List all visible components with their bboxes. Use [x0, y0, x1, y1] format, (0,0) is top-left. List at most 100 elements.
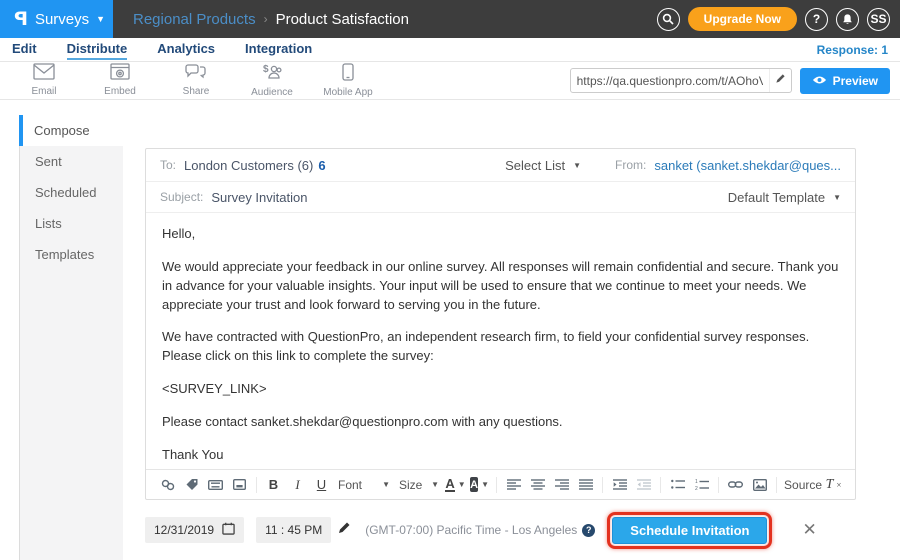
body-paragraph: Thank You [162, 446, 839, 465]
body-paragraph: We would appreciate your feedback in our… [162, 258, 839, 315]
email-icon [33, 63, 55, 85]
app-header: P Surveys ▼ Regional Products › Product … [0, 0, 900, 38]
align-left-icon[interactable] [506, 475, 521, 495]
survey-link-icon[interactable] [160, 475, 175, 495]
channel-embed[interactable]: Embed [94, 63, 146, 98]
chevron-down-icon: ▼ [573, 161, 581, 170]
compose-panel: To: London Customers (6) 6 Select List ▼… [145, 148, 856, 500]
surveys-menu[interactable]: P Surveys ▼ [0, 0, 113, 38]
surveys-menu-label: Surveys [35, 11, 89, 28]
search-icon[interactable] [657, 8, 680, 31]
to-recipient-count[interactable]: 6 [318, 158, 325, 173]
tab-integration[interactable]: Integration [245, 39, 312, 60]
chevron-down-icon: ▼ [833, 193, 841, 202]
outdent-icon[interactable] [636, 475, 651, 495]
schedule-button-highlight: Schedule Invitation [607, 512, 772, 549]
subject-label: Subject: [160, 190, 203, 204]
bullet-list-icon[interactable] [670, 475, 685, 495]
size-dropdown[interactable]: Size▼ [399, 475, 439, 495]
channel-label: Share [183, 86, 210, 97]
sidebar-item-lists[interactable]: Lists [20, 208, 123, 239]
date-field[interactable]: 12/31/2019 [145, 517, 244, 543]
template-dropdown[interactable]: Default Template ▼ [728, 190, 841, 205]
sidebar-item-scheduled[interactable]: Scheduled [20, 177, 123, 208]
embed-icon [110, 63, 130, 85]
breadcrumb-separator: › [264, 12, 268, 26]
font-dropdown[interactable]: Font▼ [338, 475, 390, 495]
numbered-list-icon[interactable]: 12 [694, 475, 709, 495]
body-paragraph: We have contracted with QuestionPro, an … [162, 328, 839, 366]
from-label: From: [615, 158, 646, 172]
align-right-icon[interactable] [554, 475, 569, 495]
justify-icon[interactable] [578, 475, 593, 495]
from-sender-value[interactable]: sanket (sanket.shekdar@ques... [654, 158, 841, 173]
align-center-icon[interactable] [530, 475, 545, 495]
svg-text:1: 1 [695, 479, 698, 485]
breadcrumb-current: Product Satisfaction [276, 11, 409, 28]
channel-share[interactable]: Share [170, 63, 222, 98]
calendar-icon [222, 522, 235, 538]
time-field[interactable]: 11 : 45 PM [256, 517, 331, 543]
sidebar-item-templates[interactable]: Templates [20, 239, 123, 270]
survey-url-input[interactable] [571, 74, 769, 88]
to-label: To: [160, 158, 176, 172]
breadcrumb-parent-link[interactable]: Regional Products [133, 11, 256, 28]
indent-icon[interactable] [612, 475, 627, 495]
select-list-dropdown[interactable]: Select List ▼ [505, 158, 581, 173]
insert-button-icon[interactable] [232, 475, 247, 495]
schedule-bar: 12/31/2019 11 : 45 PM (GMT-07:00) Pacifi… [145, 514, 856, 546]
eye-icon [812, 74, 827, 88]
notifications-bell-icon[interactable] [836, 8, 859, 31]
tab-distribute[interactable]: Distribute [67, 39, 128, 60]
bold-button[interactable]: B [266, 475, 281, 495]
insert-image-icon[interactable] [752, 475, 767, 495]
distribute-toolbar: Email Embed Share $ Audience Mobile App [0, 61, 900, 100]
merge-tag-icon[interactable] [184, 475, 199, 495]
survey-url-field[interactable] [570, 68, 792, 93]
survey-nav: Edit Distribute Analytics Integration Re… [0, 38, 900, 61]
remove-format-icon[interactable]: T× [826, 475, 841, 495]
date-value: 12/31/2019 [154, 523, 214, 537]
tab-analytics[interactable]: Analytics [157, 39, 215, 60]
edit-url-pencil-icon[interactable] [769, 69, 791, 92]
avatar[interactable]: SS [867, 8, 890, 31]
timezone-help-icon[interactable]: ? [582, 524, 595, 537]
chevron-down-icon: ▼ [431, 480, 439, 489]
chevron-down-icon: ▼ [458, 480, 466, 489]
channel-email[interactable]: Email [18, 63, 70, 98]
svg-text:2: 2 [695, 486, 698, 491]
underline-button[interactable]: U [314, 475, 329, 495]
hyperlink-icon[interactable] [728, 475, 743, 495]
email-body-editor[interactable]: Hello, We would appreciate your feedback… [146, 213, 855, 469]
body-paragraph: Please contact sanket.shekdar@questionpr… [162, 413, 839, 432]
body-paragraph: <SURVEY_LINK> [162, 380, 839, 399]
channel-label: Audience [251, 87, 293, 98]
chevron-down-icon: ▼ [481, 480, 489, 489]
italic-button[interactable]: I [290, 475, 305, 495]
channel-audience[interactable]: $ Audience [246, 63, 298, 98]
background-color-button[interactable]: A▼ [472, 475, 487, 495]
select-list-label: Select List [505, 158, 565, 173]
response-count-link[interactable]: Response: 1 [817, 43, 888, 57]
help-icon[interactable]: ? [805, 8, 828, 31]
time-value: 11 : 45 PM [265, 523, 322, 537]
sidebar-item-sent[interactable]: Sent [20, 146, 123, 177]
questionpro-logo-icon: P [14, 8, 28, 30]
schedule-invitation-button[interactable]: Schedule Invitation [612, 517, 767, 544]
tab-edit[interactable]: Edit [12, 39, 37, 60]
upgrade-now-button[interactable]: Upgrade Now [688, 7, 797, 31]
close-icon[interactable]: ✕ [802, 520, 816, 540]
keyboard-icon[interactable] [208, 475, 223, 495]
edit-time-pencil-icon[interactable] [337, 521, 351, 540]
chevron-down-icon: ▼ [96, 14, 105, 24]
subject-value[interactable]: Survey Invitation [211, 190, 307, 205]
sidebar-item-compose[interactable]: Compose [19, 115, 123, 146]
audience-icon: $ [261, 63, 283, 86]
template-dropdown-label: Default Template [728, 190, 825, 205]
editor-toolbar: B I U Font▼ Size▼ A▼ A▼ 12 eSource T× [146, 469, 855, 499]
source-button[interactable]: eSource [786, 475, 817, 495]
text-color-button[interactable]: A▼ [448, 475, 463, 495]
channel-mobile-app[interactable]: Mobile App [322, 63, 374, 98]
preview-button[interactable]: Preview [800, 68, 890, 94]
channel-label: Embed [104, 86, 136, 97]
